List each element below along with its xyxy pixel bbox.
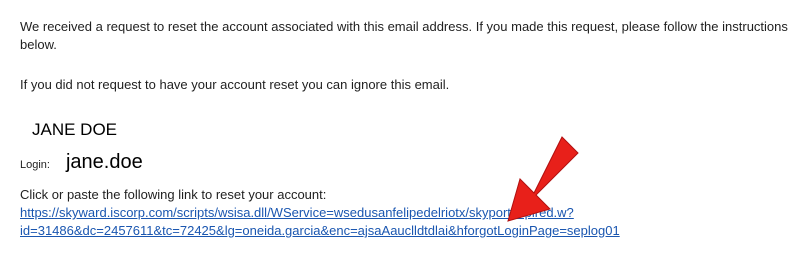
login-row: Login: jane.doe: [20, 150, 143, 174]
email-body: We received a request to reset the accou…: [20, 18, 791, 238]
ignore-paragraph: If you did not request to have your acco…: [20, 77, 450, 92]
red-arrow-icon: [507, 136, 579, 222]
intro-paragraph: We received a request to reset the accou…: [20, 19, 788, 52]
login-label: Login:: [20, 159, 50, 171]
account-name: JANE DOE: [32, 120, 118, 139]
login-value: jane.doe: [65, 151, 143, 173]
reset-instruction: Click or paste the following link to res…: [20, 187, 327, 202]
red-arrow-shape: [507, 136, 579, 222]
